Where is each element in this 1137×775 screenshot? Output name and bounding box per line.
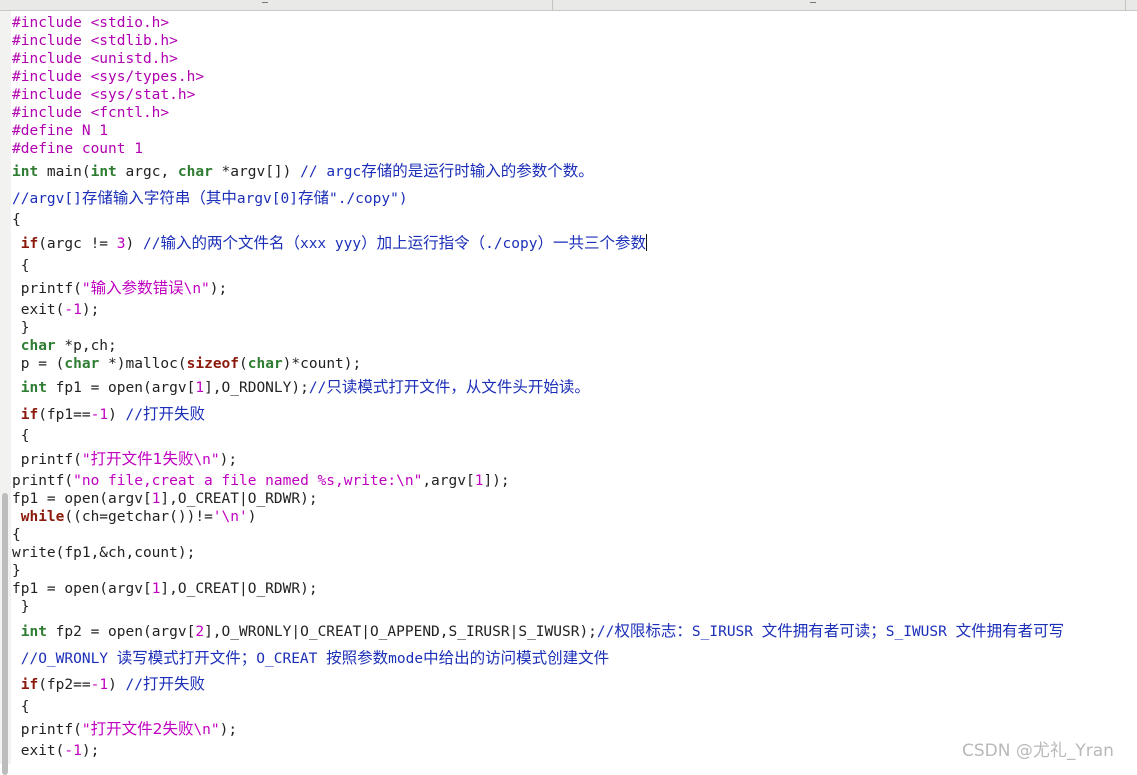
code-line[interactable]: p = (char *)malloc(sizeof(char)*count); — [12, 355, 362, 373]
code-line[interactable]: { — [12, 526, 21, 544]
tab-label-fragment — [262, 0, 268, 3]
code-line[interactable]: fp1 = open(argv[1],O_CREAT|O_RDWR); — [12, 580, 318, 598]
code-line[interactable]: #include <fcntl.h> — [12, 104, 169, 122]
code-line[interactable]: int main(int argc, char *argv[]) // argc… — [12, 162, 594, 180]
code-line[interactable]: write(fp1,&ch,count); — [12, 544, 195, 562]
code-line[interactable]: exit(-1); — [12, 301, 100, 319]
code-line[interactable]: printf("no file,creat a file named %s,wr… — [12, 472, 510, 490]
code-line[interactable]: fp1 = open(argv[1],O_CREAT|O_RDWR); — [12, 490, 318, 508]
code-editor[interactable]: #include <stdio.h> #include <stdlib.h> #… — [12, 11, 1132, 764]
code-line[interactable]: { — [12, 211, 21, 229]
tab-label-fragment — [810, 0, 816, 3]
tab-divider — [1125, 0, 1126, 11]
code-line[interactable]: int fp1 = open(argv[1],O_RDONLY);//只读模式打… — [12, 378, 590, 396]
code-line[interactable]: } — [12, 562, 21, 580]
tab-divider — [552, 0, 553, 11]
vertical-scrollbar-thumb[interactable] — [2, 493, 8, 775]
code-line[interactable]: printf("打开文件2失败\n"); — [12, 720, 237, 738]
code-line[interactable]: //O_WRONLY 读写模式打开文件；O_CREAT 按照参数mode中给出的… — [12, 649, 609, 667]
editor-gutter — [0, 11, 11, 775]
code-line[interactable]: exit(-1); — [12, 742, 100, 760]
code-line[interactable]: #include <sys/types.h> — [12, 68, 204, 86]
code-line[interactable]: printf("打开文件1失败\n"); — [12, 450, 237, 468]
code-line[interactable]: if(fp2==-1) //打开失败 — [12, 675, 205, 693]
watermark: CSDN @尤礼_Yran — [962, 741, 1114, 761]
code-line[interactable]: } — [12, 319, 30, 337]
code-line[interactable]: int fp2 = open(argv[2],O_WRONLY|O_CREAT|… — [12, 622, 1064, 640]
code-line[interactable]: #include <sys/stat.h> — [12, 86, 195, 104]
code-line[interactable]: #include <unistd.h> — [12, 50, 178, 68]
tab-bar — [0, 0, 1137, 11]
code-line[interactable]: char *p,ch; — [12, 337, 117, 355]
code-line[interactable]: #define N 1 — [12, 122, 108, 140]
code-line[interactable]: if(fp1==-1) //打开失败 — [12, 405, 205, 423]
code-line[interactable]: while((ch=getchar())!='\n') — [12, 508, 257, 526]
code-line[interactable]: { — [12, 257, 30, 275]
code-line[interactable]: printf("输入参数错误\n"); — [12, 279, 228, 297]
code-line[interactable]: { — [12, 698, 30, 716]
code-line[interactable]: #include <stdio.h> — [12, 14, 169, 32]
code-line[interactable]: //argv[]存储输入字符串（其中argv[0]存储"./copy") — [12, 189, 408, 207]
code-line[interactable]: { — [12, 427, 30, 445]
code-line[interactable]: } — [12, 598, 30, 616]
code-line[interactable]: if(argc != 3) //输入的两个文件名（xxx yyy）加上运行指令（… — [12, 234, 647, 252]
text-cursor — [646, 234, 647, 251]
code-line[interactable]: #define count 1 — [12, 140, 143, 158]
code-line[interactable]: #include <stdlib.h> — [12, 32, 178, 50]
